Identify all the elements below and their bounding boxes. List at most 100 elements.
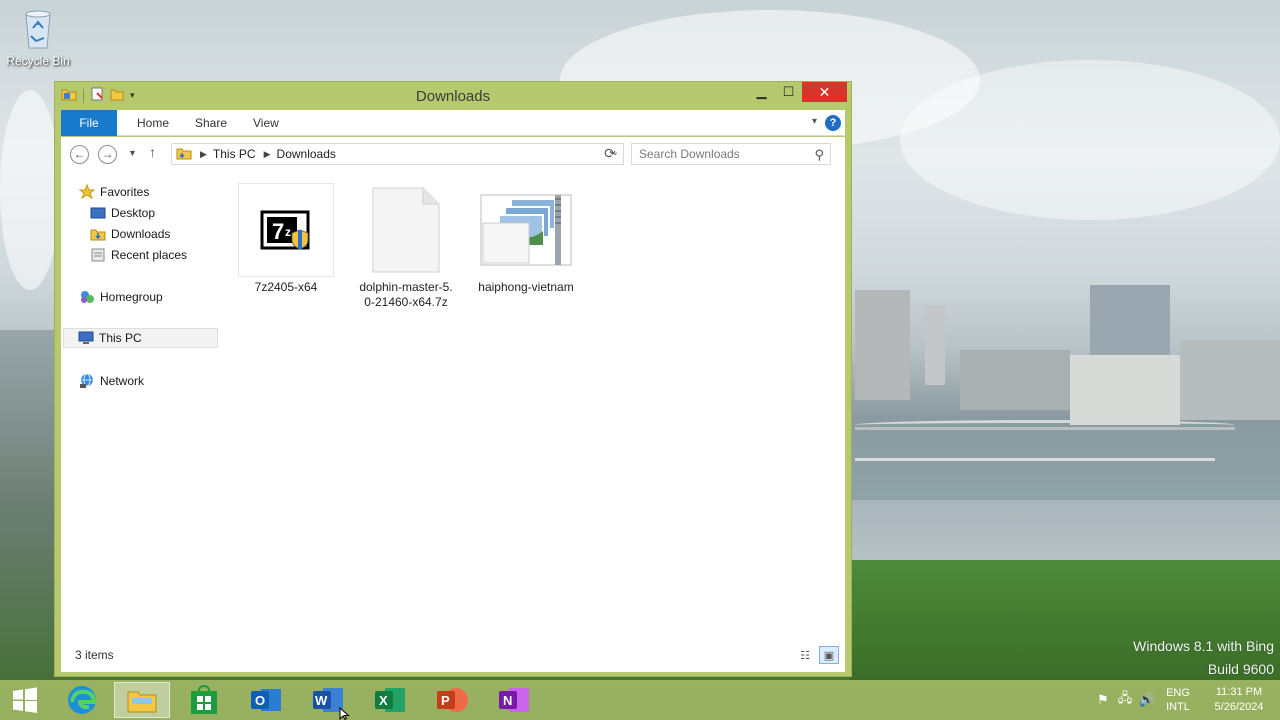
recycle-bin-label: Recycle Bin (6, 54, 70, 68)
help-button[interactable]: ? (825, 115, 841, 131)
network-status-icon[interactable]: 🖧 (1114, 689, 1136, 711)
nav-homegroup[interactable]: Homegroup (79, 287, 163, 307)
input-language[interactable]: ENG INTL (1158, 686, 1198, 714)
title-bar[interactable]: ▾ Downloads ▁ ☐ ✕ (55, 82, 851, 110)
taskbar-edge[interactable] (54, 682, 110, 718)
store-icon (191, 685, 217, 714)
breadcrumb-chevron-icon[interactable]: ▶ (264, 149, 271, 160)
taskbar-excel[interactable]: X (362, 682, 418, 718)
taskbar-store[interactable] (176, 682, 232, 718)
powerpoint-icon: P (437, 688, 468, 712)
mouse-cursor-icon (339, 707, 350, 720)
start-button[interactable] (0, 682, 50, 718)
onenote-icon: N (499, 688, 529, 712)
tab-file[interactable]: File (61, 110, 117, 136)
nav-downloads-label: Downloads (111, 227, 171, 241)
nav-favorites-label: Favorites (100, 185, 150, 199)
nav-network[interactable]: Network (79, 371, 144, 391)
file-name: 7z2405-x64 (254, 280, 318, 294)
file-item[interactable]: haiphong-vietnam (478, 183, 574, 295)
onenote-letter: N (503, 693, 512, 708)
input-language-layout: INTL (1166, 701, 1190, 713)
details-view-icon: ☷ (800, 649, 810, 662)
recycle-bin[interactable]: Recycle Bin (4, 6, 72, 68)
downloads-folder-icon (90, 226, 106, 242)
minimize-button[interactable]: ▁ (748, 82, 775, 102)
folder-location-icon (176, 146, 192, 163)
nav-favorites[interactable]: Favorites (79, 182, 149, 202)
maximize-button[interactable]: ☐ (775, 82, 802, 102)
powerpoint-letter: P (441, 693, 450, 708)
nav-network-label: Network (100, 374, 145, 388)
breadcrumb-this-pc[interactable]: This PC (213, 147, 256, 161)
tab-home[interactable]: Home (123, 110, 183, 136)
nav-recent-places-label: Recent places (111, 248, 188, 262)
forward-arrow-icon: → (101, 147, 114, 161)
computer-icon (78, 330, 94, 346)
taskbar: O W X P N ⚑ 🖧 🔊 ENG INTL 11:31 PM 5/26/2… (0, 680, 1280, 720)
large-icons-view-button[interactable]: ▣ (819, 646, 839, 664)
svg-text:z: z (285, 225, 291, 239)
network-icon (79, 373, 95, 389)
search-icon[interactable]: ⚲ (814, 147, 824, 163)
file-name: dolphin-master-5.0-21460-x64.7z (359, 280, 453, 309)
refresh-button[interactable]: ⟳ (599, 145, 621, 163)
forward-button[interactable]: → (98, 145, 117, 164)
file-item[interactable]: dolphin-master-5.0-21460-x64.7z (358, 183, 454, 310)
back-arrow-icon: ← (73, 147, 86, 161)
blank-file-icon (358, 183, 454, 277)
close-button[interactable]: ✕ (802, 82, 847, 102)
nav-recent-places[interactable]: Recent places (90, 245, 187, 265)
windows-watermark-edition: Windows 8.1 with Bing (1133, 638, 1274, 654)
taskbar-onenote[interactable]: N (486, 682, 542, 718)
breadcrumb-downloads[interactable]: Downloads (277, 147, 336, 161)
word-letter: W (315, 693, 328, 708)
taskbar-outlook[interactable]: O (238, 682, 294, 718)
nav-homegroup-label: Homegroup (100, 290, 163, 304)
tab-view[interactable]: View (239, 110, 293, 136)
outlook-letter: O (255, 693, 265, 708)
volume-icon[interactable]: 🔊 (1136, 692, 1158, 708)
search-input[interactable] (639, 147, 799, 161)
recent-locations-chevron-icon[interactable]: ▼ (128, 148, 137, 158)
window-controls: ▁ ☐ ✕ (748, 82, 847, 102)
large-icons-view-icon: ▣ (823, 649, 835, 662)
taskbar-file-explorer[interactable] (114, 682, 170, 718)
refresh-icon: ⟳ (604, 145, 616, 161)
windows-watermark-build: Build 9600 (1207, 661, 1274, 677)
maximize-icon: ☐ (782, 84, 795, 99)
up-arrow-icon[interactable]: ↑ (149, 144, 156, 160)
taskbar-powerpoint[interactable]: P (424, 682, 480, 718)
7zip-installer-icon: 7 z (238, 183, 334, 277)
navigation-bar: ← → ▼ ↑ ▶ This PC ▶ Downloads ⌄ ⟳ ⚲ (61, 137, 845, 171)
nav-desktop-label: Desktop (111, 206, 156, 220)
nav-this-pc[interactable]: This PC (63, 328, 218, 348)
action-center-flag-icon[interactable]: ⚑ (1092, 692, 1114, 708)
file-explorer-icon (127, 691, 157, 713)
file-item[interactable]: 7 z 7z2405-x64 (238, 183, 334, 295)
details-view-button[interactable]: ☷ (795, 646, 815, 664)
nav-downloads[interactable]: Downloads (90, 224, 170, 244)
status-bar-item-count: 3 items (75, 648, 114, 662)
homegroup-icon (79, 289, 95, 305)
expand-ribbon-chevron-icon[interactable]: ▾ (812, 116, 817, 127)
ribbon: File Home Share View ▾ ? (61, 110, 845, 136)
star-icon (79, 184, 95, 200)
tab-share[interactable]: Share (181, 110, 241, 136)
desktop-icon (90, 205, 106, 221)
clock-time: 11:31 PM (1215, 686, 1263, 698)
search-box[interactable]: ⚲ (631, 143, 831, 165)
address-bar[interactable]: ▶ This PC ▶ Downloads ⌄ (171, 143, 624, 165)
file-explorer-window: ▾ Downloads ▁ ☐ ✕ File Home Share View ▾… (54, 81, 852, 677)
breadcrumb-chevron-icon[interactable]: ▶ (200, 149, 207, 160)
windows-logo-icon (13, 687, 37, 713)
nav-desktop[interactable]: Desktop (90, 203, 155, 223)
recycle-bin-icon (21, 6, 55, 50)
file-name: haiphong-vietnam (478, 280, 574, 294)
nav-this-pc-label: This PC (99, 331, 142, 345)
excel-icon: X (375, 688, 405, 712)
clock-date: 5/26/2024 (1214, 701, 1264, 713)
back-button[interactable]: ← (70, 145, 89, 164)
window-title: Downloads (415, 88, 491, 105)
clock[interactable]: 11:31 PM 5/26/2024 (1198, 685, 1280, 715)
